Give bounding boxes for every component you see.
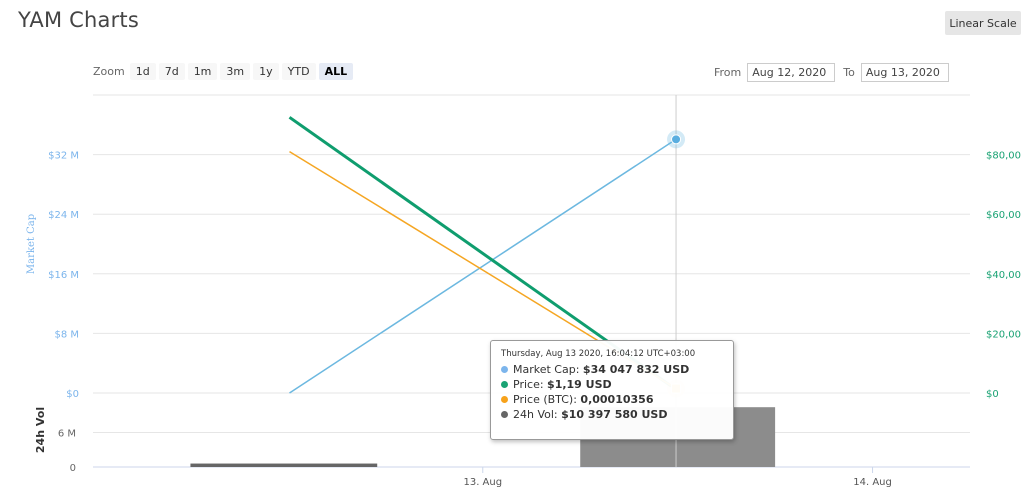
x-tick-label: 14. Aug <box>853 477 892 488</box>
market-cap-tick-label: $32 M <box>48 151 79 162</box>
price-tick-label: $20,00 <box>986 329 1021 340</box>
price-tick-label: $40,00 <box>986 270 1021 281</box>
price-btc-dot-icon <box>501 396 508 403</box>
market-cap-hover-point <box>671 134 682 145</box>
market-cap-tick-label: $8 M <box>54 329 79 340</box>
tooltip-price-btc: Price (BTC): 0,00010356 <box>501 392 723 407</box>
tooltip-volume: 24h Vol: $10 397 580 USD <box>501 407 723 422</box>
chart-tooltip: Thursday, Aug 13 2020, 16:04:12 UTC+03:0… <box>490 340 734 440</box>
tooltip-market-cap: Market Cap: $34 047 832 USD <box>501 362 723 377</box>
volume-bar <box>190 463 378 467</box>
volume-tick-label: 6 M <box>58 429 76 440</box>
tooltip-volume-value: $10 397 580 USD <box>561 408 668 421</box>
price-tick-label: $60,00 <box>986 210 1021 221</box>
tooltip-price: Price: $1,19 USD <box>501 377 723 392</box>
tooltip-price-label: Price: <box>513 378 548 391</box>
tooltip-market-cap-value: $34 047 832 USD <box>582 363 690 376</box>
price-tick-label: $0 <box>986 389 999 400</box>
x-tick-label: 13. Aug <box>463 477 502 488</box>
tooltip-price-value: $1,19 USD <box>547 378 612 391</box>
tooltip-volume-label: 24h Vol: <box>513 408 562 421</box>
price-tick-label: $80,00 <box>986 151 1021 162</box>
market-cap-tick-label: $24 M <box>48 210 79 221</box>
volume-dot-icon <box>501 411 508 418</box>
tooltip-date: Thursday, Aug 13 2020, 16:04:12 UTC+03:0… <box>501 349 696 359</box>
market-cap-dot-icon <box>501 366 508 373</box>
tooltip-price-btc-value: 0,00010356 <box>580 393 654 406</box>
market-cap-tick-label: $0 <box>66 389 79 400</box>
volume-tick-label: 0 <box>70 463 76 474</box>
volume-axis-title: 24h Vol <box>34 407 47 453</box>
market-cap-tick-label: $16 M <box>48 270 79 281</box>
market-cap-axis-title: Market Cap <box>26 214 37 274</box>
price-dot-icon <box>501 381 508 388</box>
tooltip-market-cap-label: Market Cap: <box>513 363 583 376</box>
tooltip-price-btc-label: Price (BTC): <box>513 393 581 406</box>
